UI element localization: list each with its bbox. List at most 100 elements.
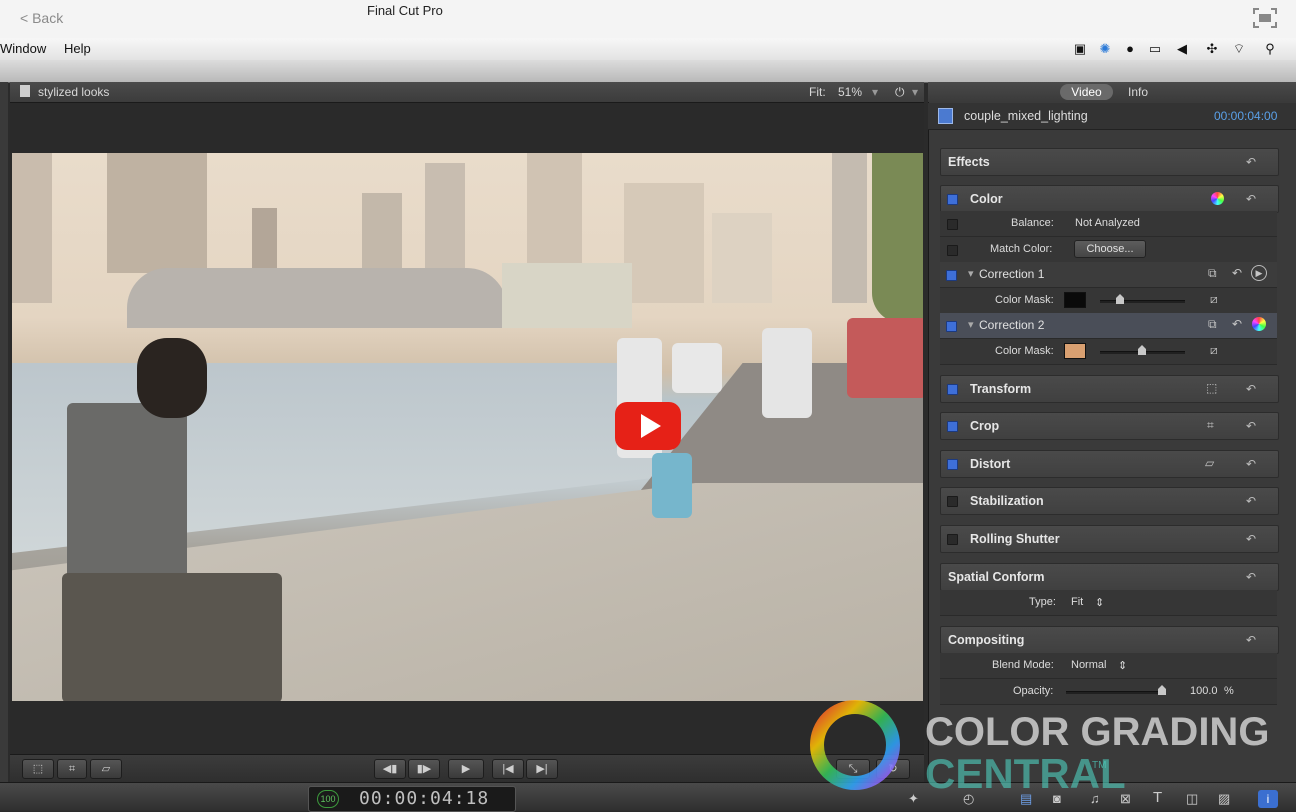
spatial-conform-label: Spatial Conform [948,570,1045,584]
compositing-label: Compositing [948,633,1025,647]
updown-icon[interactable]: ⇕ [1118,659,1127,672]
go-to-start-icon[interactable]: |◀ [492,759,524,779]
type-label: Type: [1029,596,1056,608]
rolling-shutter-section[interactable]: Rolling Shutter ↶ [940,525,1279,553]
sync-icon[interactable]: ✺ [1097,41,1113,57]
choose-button[interactable]: Choose... [1074,240,1146,258]
color-label: Color [970,192,1003,206]
rolling-shutter-enable-checkbox[interactable] [947,534,958,545]
back-button[interactable]: < Back [20,10,63,26]
display-icon[interactable]: ▭ [1147,41,1163,57]
reset-icon[interactable]: ↶ [1246,419,1256,433]
mask-slider-knob[interactable] [1116,294,1124,304]
correction-1-checkbox[interactable] [946,270,957,281]
keyframe-icon[interactable]: ⧉ [1208,317,1217,332]
play-icon [641,414,661,438]
add-correction-icon[interactable] [1211,192,1224,205]
color-mask-label: Color Mask: [995,345,1054,357]
color-board-icon[interactable] [1252,317,1266,331]
correction-1-row[interactable]: ▾ Correction 1 ⧉ ↶ ▶ [940,262,1277,288]
color-enable-checkbox[interactable] [947,194,958,205]
crop-section[interactable]: Crop ⌗ ↶ [940,412,1279,440]
record-icon[interactable]: ● [1122,41,1138,57]
disclosure-triangle-icon[interactable]: ▾ [968,318,974,331]
transform-tool-icon[interactable]: ⬚ [22,759,54,779]
switch-dropdown-icon[interactable]: ▾ [912,85,918,99]
go-to-end-icon[interactable]: ▶| [526,759,558,779]
spatial-conform-section[interactable]: Spatial Conform ↶ [940,563,1279,591]
transform-icon[interactable]: ⬚ [1206,381,1217,395]
bluetooth-icon[interactable]: ✣ [1204,41,1220,57]
menu-help[interactable]: Help [64,41,91,56]
volume-icon[interactable]: ◀ [1174,41,1190,57]
fit-value-select[interactable]: 51% [838,85,862,99]
updown-icon[interactable]: ⇕ [1095,596,1104,609]
correction-2-checkbox[interactable] [946,321,957,332]
crop-icon[interactable]: ⌗ [1207,418,1214,433]
timecode-value: 00:00:04:18 [359,788,490,809]
crop-enable-checkbox[interactable] [947,421,958,432]
go-to-color-board-icon[interactable]: ▶ [1251,265,1267,281]
clip-name: couple_mixed_lighting [964,109,1088,123]
wifi-icon[interactable]: ⌔ [1231,41,1247,57]
reset-icon[interactable]: ↶ [1246,192,1256,206]
mask-slider-knob[interactable] [1138,345,1146,355]
blend-mode-row: Blend Mode: Normal ⇕ [940,653,1277,679]
switch-icon[interactable]: ⏻ [895,85,905,100]
play-pause-icon[interactable]: ▶ [448,759,484,779]
transform-enable-checkbox[interactable] [947,384,958,395]
timecode-display[interactable]: 100 00:00:04:18 [308,786,516,812]
stabilization-enable-checkbox[interactable] [947,496,958,507]
correction-2-row[interactable]: ▾ Correction 2 ⧉ ↶ [940,313,1277,339]
color-section[interactable]: Color ↶ [940,185,1279,213]
color-mask-swatch[interactable] [1064,343,1086,359]
reset-icon[interactable]: ↶ [1232,266,1242,280]
correction-1-label: Correction 1 [979,267,1045,281]
match-color-checkbox[interactable] [947,245,958,256]
reset-icon[interactable]: ↶ [1246,570,1256,584]
effects-section[interactable]: Effects ↶ [940,148,1279,176]
balance-row: Balance: Not Analyzed [940,211,1277,237]
reset-icon[interactable]: ↶ [1246,382,1256,396]
previous-frame-icon[interactable]: ◀▮ [374,759,406,779]
distort-section[interactable]: Distort ▱ ↶ [940,450,1279,478]
mask-eyedropper-icon[interactable]: ⧄ [1210,343,1218,358]
watermark-tm: TM [1092,760,1106,771]
tab-video[interactable]: Video [1060,84,1113,100]
mask-eyedropper-icon[interactable]: ⧄ [1210,292,1218,307]
reset-icon[interactable]: ↶ [1246,494,1256,508]
chevron-left-icon: < [20,10,33,26]
search-icon[interactable]: ⚲ [1262,41,1278,57]
fit-dropdown-icon[interactable]: ▾ [872,85,878,99]
reset-icon[interactable]: ↶ [1246,633,1256,647]
reset-icon[interactable]: ↶ [1246,155,1256,169]
camera-icon[interactable]: ▣ [1072,41,1088,57]
transform-section[interactable]: Transform ⬚ ↶ [940,375,1279,403]
color-mask-swatch[interactable] [1064,292,1086,308]
keyframe-icon[interactable]: ⧉ [1208,266,1217,281]
balance-value: Not Analyzed [1075,217,1140,229]
distort-tool-icon[interactable]: ▱ [90,759,122,779]
crop-tool-icon[interactable]: ⌗ [57,759,87,779]
distort-icon[interactable]: ▱ [1205,456,1214,470]
watermark-line2: CENTRAL [925,750,1126,797]
mask-slider-track[interactable] [1100,300,1185,303]
disclosure-triangle-icon[interactable]: ▾ [968,267,974,280]
reset-icon[interactable]: ↶ [1246,532,1256,546]
timecode-badge: 100 [317,790,339,808]
reset-icon[interactable]: ↶ [1246,457,1256,471]
type-select[interactable]: Fit [1071,596,1083,608]
balance-checkbox[interactable] [947,219,958,230]
stabilization-section[interactable]: Stabilization ↶ [940,487,1279,515]
tab-info[interactable]: Info [1128,85,1148,99]
fullscreen-icon[interactable] [1253,8,1277,28]
blend-mode-select[interactable]: Normal [1071,659,1106,671]
next-frame-icon[interactable]: ▮▶ [408,759,440,779]
project-name: stylized looks [38,85,110,99]
menu-window[interactable]: Window [0,41,46,56]
distort-enable-checkbox[interactable] [947,459,958,470]
fit-label: Fit: [809,85,826,99]
video-frame[interactable] [12,153,923,701]
compositing-section[interactable]: Compositing ↶ [940,626,1279,654]
reset-icon[interactable]: ↶ [1232,317,1242,331]
